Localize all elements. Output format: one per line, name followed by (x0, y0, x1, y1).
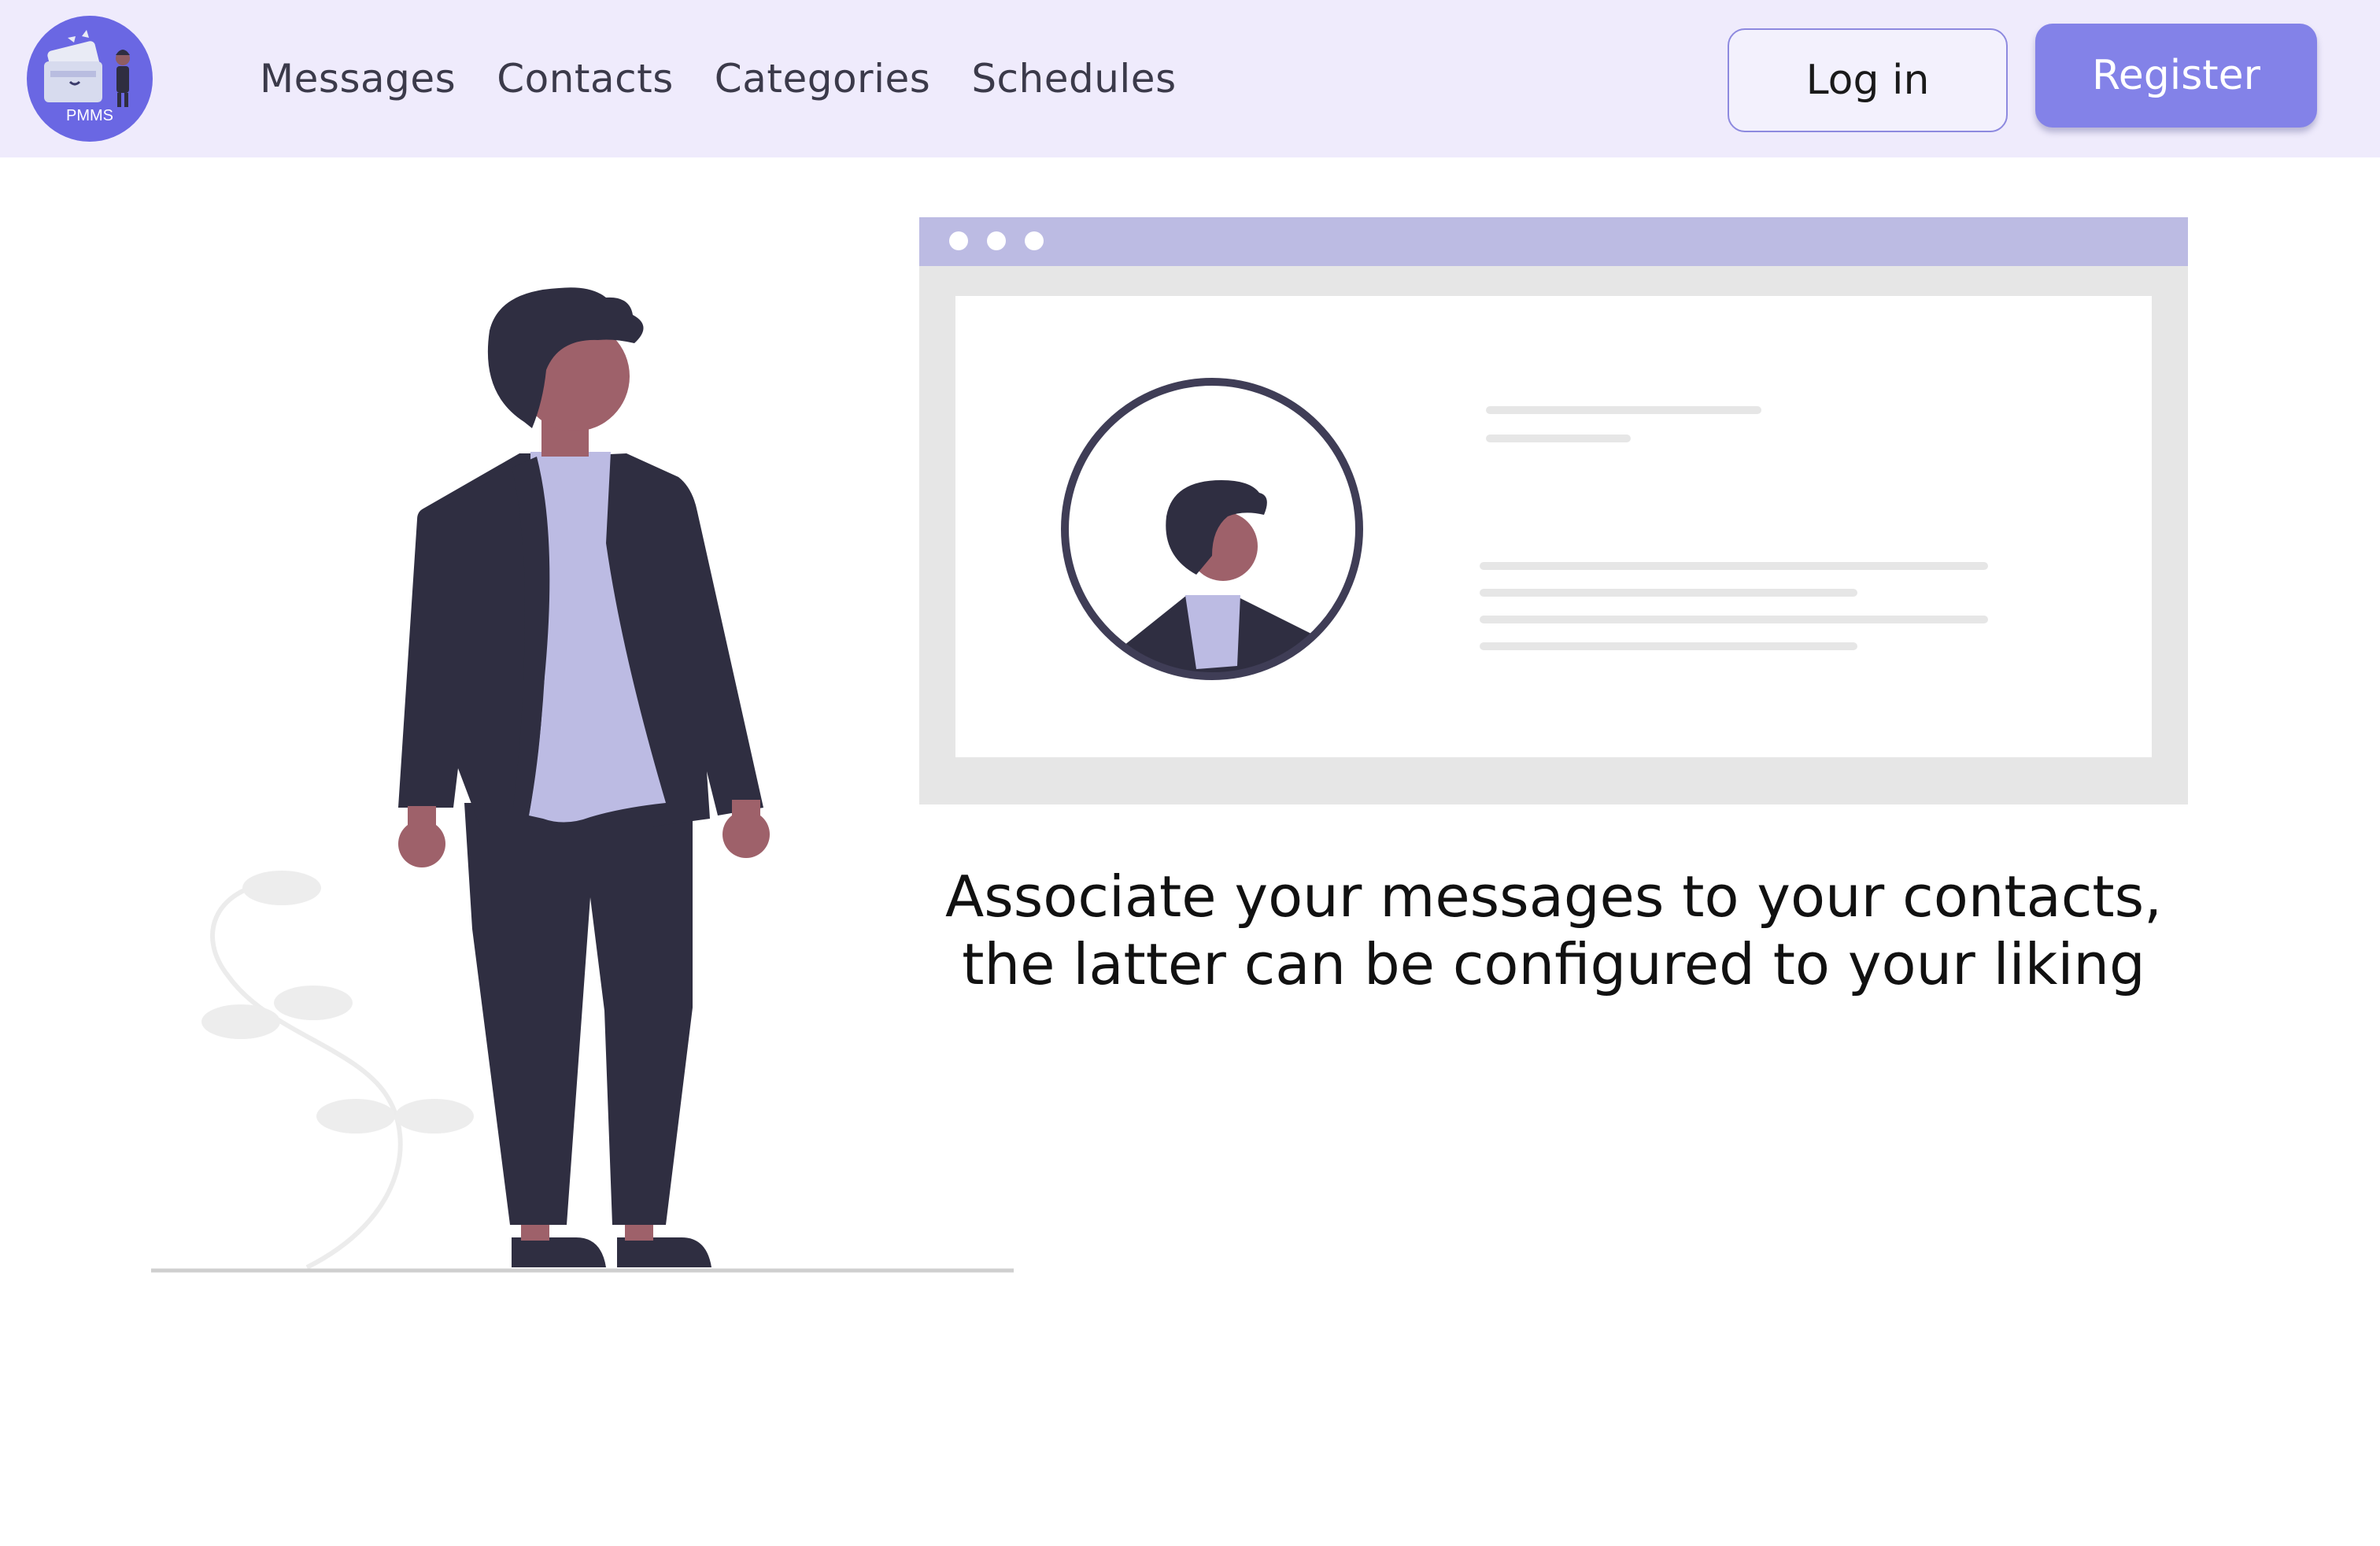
main-nav: Messages Contacts Categories Schedules (260, 50, 1177, 107)
hero-caption-line-1: Associate your messages to your contacts… (945, 864, 2162, 930)
plant-decoration (201, 871, 474, 1270)
window-titlebar (919, 217, 2188, 266)
login-button[interactable]: Log in (1728, 28, 2008, 132)
register-button[interactable]: Register (2035, 24, 2317, 128)
hero-caption: Associate your messages to your contacts… (919, 863, 2188, 998)
standing-person-illustration (151, 287, 1014, 1273)
nav-item-categories[interactable]: Categories (715, 50, 931, 107)
nav-item-contacts[interactable]: Contacts (497, 50, 674, 107)
window-dot-icon (949, 231, 968, 250)
profile-browser-window-illustration (919, 217, 2188, 804)
top-navigation-bar: PMMS Messages Contacts Categories Schedu… (0, 0, 2380, 157)
window-dot-icon (987, 231, 1006, 250)
nav-item-schedules[interactable]: Schedules (971, 50, 1176, 107)
pmms-logo[interactable]: PMMS (27, 16, 153, 142)
logo-text: PMMS (66, 107, 113, 124)
hero-caption-line-2: the latter can be configured to your lik… (962, 931, 2145, 997)
nav-item-messages[interactable]: Messages (260, 50, 456, 107)
window-dot-icon (1025, 231, 1044, 250)
